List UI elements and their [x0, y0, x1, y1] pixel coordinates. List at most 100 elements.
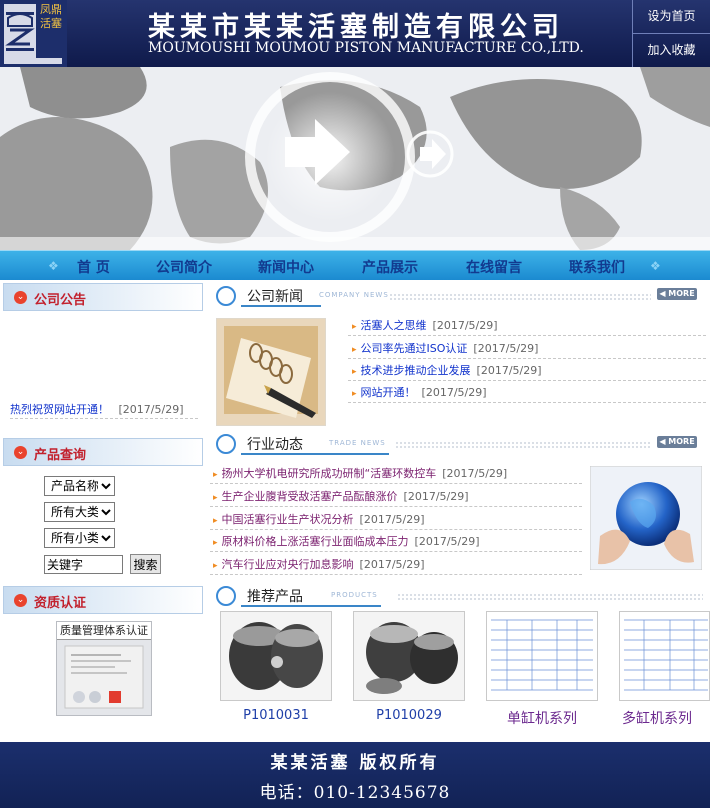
company-name-en: MOUMOUSHI MOUMOU PISTON MANUFACTURE CO.,…	[148, 40, 584, 56]
logo-base	[4, 58, 62, 64]
bullet-arrow-icon: ▸	[213, 493, 218, 503]
bullet-arrow-icon: ▸	[352, 367, 357, 377]
logo-text: 凤鼎活塞	[40, 3, 62, 30]
industry-news-header: 行业动态 TRADE NEWS ◀ MORE	[213, 433, 707, 455]
company-news-link[interactable]: 技术进步推动企业发展	[361, 364, 471, 377]
more-button[interactable]: ◀ MORE	[657, 288, 697, 300]
divider	[348, 358, 706, 359]
company-news-item: ▸ 活塞人之思维 [2017/5/29]	[352, 317, 498, 333]
search-button[interactable]: 搜索	[130, 554, 161, 574]
industry-news-link[interactable]: 生产企业腹背受敌活塞产品酝酿涨价	[222, 490, 398, 503]
more-label: MORE	[668, 289, 695, 298]
pen-and-notebook-photo	[216, 318, 326, 426]
industry-news-subtitle: TRADE NEWS	[329, 439, 386, 447]
divider	[210, 506, 582, 507]
nav-about[interactable]: 公司简介	[156, 257, 212, 277]
nav-star-icon: ❖	[48, 259, 59, 273]
industry-news-link[interactable]: 中国活塞行业生产状况分析	[222, 513, 354, 526]
notice-header: ⌄ 公司公告	[3, 283, 203, 311]
set-homepage-link[interactable]: 设为首页	[633, 0, 710, 33]
bullet-arrow-icon: ▸	[213, 538, 218, 548]
industry-news-link[interactable]: 原材料价格上涨活塞行业面临成本压力	[222, 535, 409, 548]
cert-header: ⌄ 资质认证	[3, 586, 203, 614]
certificate-document-icon	[64, 645, 144, 709]
news-date: [2017/5/29]	[359, 513, 425, 526]
more-label: MORE	[668, 437, 695, 446]
notice-link[interactable]: 热烈祝贺网站开通！	[10, 403, 109, 416]
company-news-subtitle: COMPANY NEWS	[319, 291, 389, 299]
products-subtitle: PRODUCTS	[331, 591, 378, 599]
search-title: 产品查询	[34, 448, 87, 463]
industry-news-item: ▸ 生产企业腹背受敌活塞产品酝酿涨价 [2017/5/29]	[213, 488, 469, 504]
industry-news-item: ▸ 扬州大学机电研究所成功研制“活塞环数控车 [2017/5/29]	[213, 465, 507, 481]
news-date: [2017/5/29]	[442, 467, 508, 480]
company-news-link[interactable]: 活塞人之思维	[361, 319, 427, 332]
industry-news-item: ▸ 中国活塞行业生产状况分析 [2017/5/29]	[213, 511, 425, 527]
product-thumbnail[interactable]	[353, 611, 465, 701]
product-thumbnail[interactable]	[486, 611, 598, 701]
divider	[348, 402, 706, 403]
industry-news-title: 行业动态	[247, 437, 303, 453]
divider	[210, 551, 582, 552]
products-header: 推荐产品 PRODUCTS	[213, 585, 707, 607]
phone-text: 电话：010-12345678	[259, 783, 451, 803]
company-news-link[interactable]: 网站开通！	[361, 386, 416, 399]
piston-photo	[221, 612, 331, 700]
title-underline	[241, 453, 389, 455]
more-button[interactable]: ◀ MORE	[657, 436, 697, 448]
product-thumbnail[interactable]	[619, 611, 710, 701]
bullet-arrow-icon: ▸	[213, 561, 218, 571]
dotted-divider	[397, 593, 703, 601]
divider	[348, 380, 706, 381]
divider	[210, 529, 582, 530]
site-header: 凤鼎活塞 某某市某某活塞制造有限公司 MOUMOUSHI MOUMOU PIST…	[0, 0, 710, 67]
world-map-graphic	[0, 67, 710, 250]
industry-news-link[interactable]: 扬州大学机电研究所成功研制“活塞环数控车	[222, 467, 437, 480]
nav-contact[interactable]: 联系我们	[569, 257, 625, 277]
nav-products[interactable]: 产品展示	[362, 257, 418, 277]
nav-news[interactable]: 新闻中心	[258, 257, 314, 277]
divider	[210, 483, 582, 484]
company-news-item: ▸ 公司率先通过ISO认证 [2017/5/29]	[352, 340, 538, 356]
product-label[interactable]: P1010031	[220, 708, 332, 723]
add-favorite-link[interactable]: 加入收藏	[633, 33, 710, 66]
product-thumbnail[interactable]	[220, 611, 332, 701]
title-underline	[241, 605, 381, 607]
piston-photo	[354, 612, 464, 700]
company-name-cn: 某某市某某活塞制造有限公司	[148, 12, 564, 43]
product-name-select[interactable]: 产品名称	[44, 476, 115, 496]
industry-news-item: ▸ 原材料价格上涨活塞行业面临成本压力 [2017/5/29]	[213, 533, 480, 549]
product-label[interactable]: P1010029	[353, 708, 465, 723]
nav-home[interactable]: 首 页	[77, 257, 110, 277]
hero-banner	[0, 67, 710, 250]
section-logo-icon	[216, 586, 236, 606]
logo-emblem	[4, 4, 36, 58]
company-logo[interactable]: 凤鼎活塞	[0, 0, 67, 67]
products-title: 推荐产品	[247, 589, 303, 605]
minor-category-select[interactable]: 所有小类	[44, 528, 115, 548]
certificate-image[interactable]: 质量管理体系认证	[56, 621, 152, 716]
chevron-down-icon: ⌄	[14, 291, 27, 304]
product-label[interactable]: 多缸机系列	[622, 708, 710, 728]
news-date: [2017/5/29]	[359, 558, 425, 571]
bullet-arrow-icon: ▸	[213, 516, 218, 526]
company-news-link[interactable]: 公司率先通过ISO认证	[361, 342, 468, 355]
divider	[348, 335, 706, 336]
news-date: [2017/5/29]	[473, 342, 539, 355]
header-links: 设为首页 加入收藏	[632, 0, 710, 67]
bullet-arrow-icon: ▸	[352, 345, 357, 355]
spec-table-image	[487, 612, 597, 700]
keyword-input[interactable]	[44, 555, 123, 574]
major-category-select[interactable]: 所有大类	[44, 502, 115, 522]
news-date: [2017/5/29]	[421, 386, 487, 399]
section-logo-icon	[216, 434, 236, 454]
company-news-header: 公司新闻 COMPANY NEWS ◀ MORE	[213, 285, 707, 307]
spec-table-image	[620, 612, 709, 700]
notice-title: 公司公告	[34, 293, 87, 308]
nav-message[interactable]: 在线留言	[466, 257, 522, 277]
chevron-down-icon: ⌄	[14, 594, 27, 607]
certificate-caption: 质量管理体系认证	[57, 622, 151, 640]
industry-news-link[interactable]: 汽车行业应对央行加息影响	[222, 558, 354, 571]
product-label[interactable]: 单缸机系列	[486, 708, 598, 728]
dotted-divider	[395, 441, 651, 449]
